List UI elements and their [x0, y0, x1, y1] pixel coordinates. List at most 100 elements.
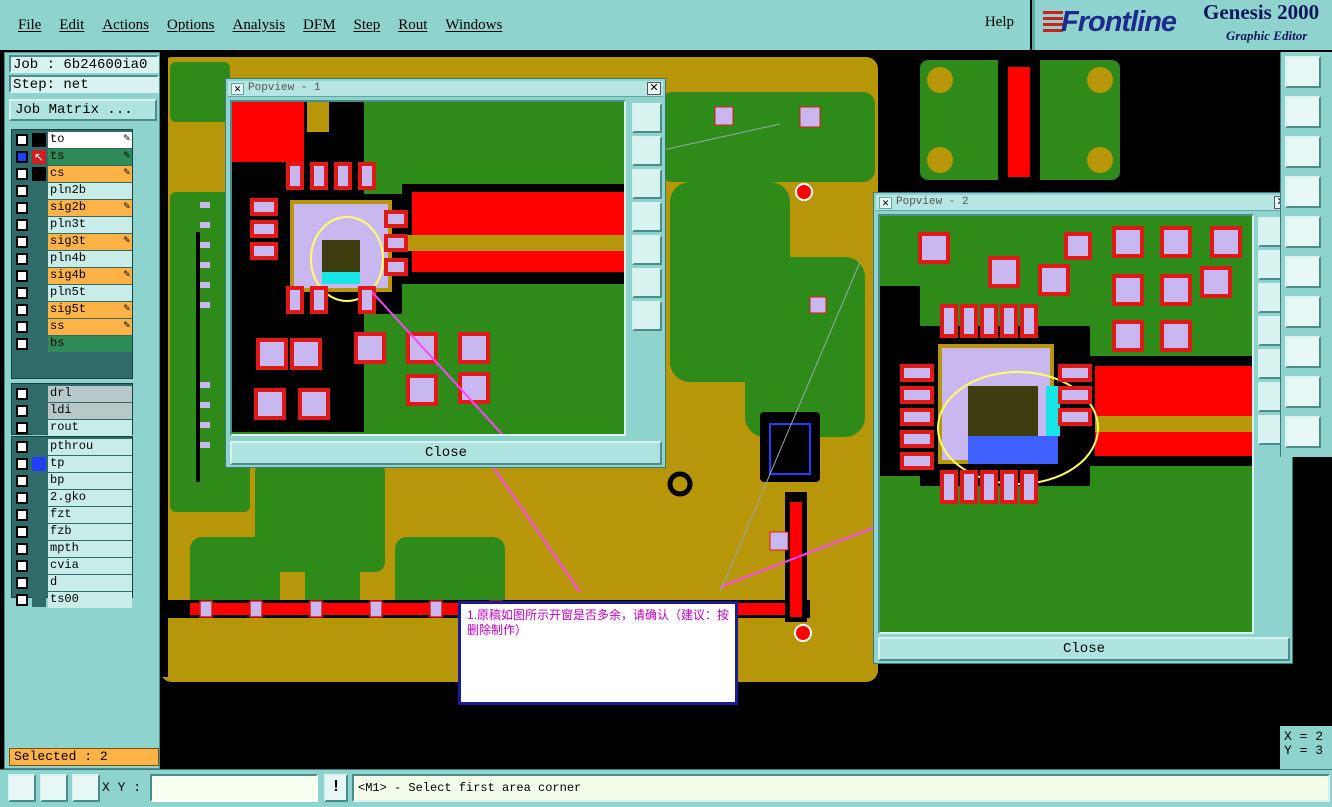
layer-name[interactable]: ts ✎ [48, 149, 132, 165]
menu-help[interactable]: Help [985, 14, 1014, 31]
popview-1-view[interactable] [230, 100, 626, 436]
layer-color-swatch[interactable] [32, 474, 46, 488]
layer-row[interactable]: mpth [14, 541, 132, 557]
popview-1-close-button[interactable]: Close [230, 441, 662, 465]
popview-1-titlebar[interactable]: ✕ Popview - 1 ✕ [228, 81, 663, 97]
layer-color-swatch[interactable] [32, 421, 46, 435]
menu-edit[interactable]: Edit [59, 17, 84, 34]
menu-options[interactable]: Options [167, 17, 215, 34]
layer-row[interactable]: pln5t [14, 285, 132, 301]
work-layer-icon[interactable]: ↖ [32, 150, 46, 164]
layer-checkbox[interactable] [16, 543, 28, 555]
layer-row[interactable]: pln4b [14, 251, 132, 267]
layer-row[interactable]: sig4b ✎ [14, 268, 132, 284]
layer-color-swatch[interactable] [32, 576, 46, 590]
layer-checkbox[interactable] [16, 594, 28, 606]
layer-color-swatch[interactable] [32, 269, 46, 283]
layer-name[interactable]: 2.gko [48, 490, 132, 506]
layer-color-swatch[interactable] [32, 201, 46, 215]
layer-checkbox[interactable] [16, 475, 28, 487]
zoom-window-icon[interactable] [8, 774, 36, 802]
layer-checkbox[interactable] [16, 509, 28, 521]
layer-row[interactable]: rout [14, 420, 132, 436]
layer-row[interactable]: ↖ ts ✎ [14, 149, 132, 165]
measure-icon[interactable] [1285, 176, 1321, 208]
layer-checkbox[interactable] [16, 577, 28, 589]
layer-row[interactable]: sig5t ✎ [14, 302, 132, 318]
menu-step[interactable]: Step [354, 17, 381, 34]
zoom-home-icon[interactable] [632, 103, 662, 133]
layer-checkbox[interactable] [16, 253, 28, 265]
pan-down-icon[interactable] [632, 169, 662, 199]
close-icon[interactable]: ✕ [647, 82, 661, 95]
layer-name[interactable]: pln4b [48, 251, 132, 267]
layer-checkbox[interactable] [16, 422, 28, 434]
zoom-box-icon[interactable] [1285, 96, 1321, 128]
layer-name[interactable]: ts00 [48, 592, 132, 608]
layer-row[interactable]: ss ✎ [14, 319, 132, 335]
layer-name[interactable]: pln2b [48, 183, 132, 199]
layer-name[interactable]: pthrou [48, 439, 132, 455]
layer-row[interactable]: sig3t ✎ [14, 234, 132, 250]
layer-checkbox[interactable] [16, 168, 28, 180]
layer-name[interactable]: cs ✎ [48, 166, 132, 182]
layer-name[interactable]: fzt [48, 507, 132, 523]
layer-name[interactable]: sig5t ✎ [48, 302, 132, 318]
layer-name[interactable]: sig4b ✎ [48, 268, 132, 284]
layer-row[interactable]: ts00 [14, 592, 132, 608]
layer-name[interactable]: ss ✎ [48, 319, 132, 335]
measure-angle-icon[interactable] [40, 774, 68, 802]
job-matrix-button[interactable]: Job Matrix ... [9, 99, 157, 121]
menu-actions[interactable]: Actions [102, 17, 149, 34]
layer-name[interactable]: pln5t [48, 285, 132, 301]
layer-row[interactable]: pthrou [14, 439, 132, 455]
layer-name[interactable]: ldi [48, 403, 132, 419]
layer-row[interactable]: fzt [14, 507, 132, 523]
layer-color-swatch[interactable] [32, 593, 46, 607]
layer-checkbox[interactable] [16, 134, 28, 146]
layer-color-swatch[interactable] [32, 508, 46, 522]
layer-color-swatch[interactable] [32, 252, 46, 266]
polygon-icon[interactable] [1285, 376, 1321, 408]
zoom-fit-icon[interactable] [1285, 136, 1321, 168]
pad-icon[interactable] [1285, 256, 1321, 288]
layer-checkbox[interactable] [16, 185, 28, 197]
layer-checkbox[interactable] [16, 526, 28, 538]
line-icon[interactable] [1285, 296, 1321, 328]
arc-icon[interactable] [1285, 336, 1321, 368]
layer-row[interactable]: to ✎ [14, 132, 132, 148]
layer-color-swatch[interactable] [32, 167, 46, 181]
layer-checkbox[interactable] [16, 304, 28, 316]
layer-name[interactable]: drl [48, 386, 132, 402]
layer-row[interactable]: pln3t [14, 217, 132, 233]
layer-name[interactable]: bp [48, 473, 132, 489]
layer-row[interactable]: fzb [14, 524, 132, 540]
layer-checkbox[interactable] [16, 151, 28, 163]
layer-name[interactable]: fzb [48, 524, 132, 540]
layer-checkbox[interactable] [16, 338, 28, 350]
pan-up-icon[interactable] [632, 136, 662, 166]
layer-row[interactable]: pln2b [14, 183, 132, 199]
zoom-in-icon[interactable] [632, 268, 662, 298]
layer-color-swatch[interactable] [32, 404, 46, 418]
layer-name[interactable]: d [48, 575, 132, 591]
execute-button[interactable]: ! [324, 774, 348, 802]
layer-row[interactable]: tp [14, 456, 132, 472]
popview-2-view[interactable] [878, 214, 1254, 634]
layer-row[interactable]: bp [14, 473, 132, 489]
layer-checkbox[interactable] [16, 492, 28, 504]
xy-input[interactable] [150, 774, 318, 802]
window-menu-icon[interactable]: ✕ [231, 83, 244, 95]
layer-color-swatch[interactable] [32, 440, 46, 454]
pointer-icon[interactable] [1285, 416, 1321, 448]
pan-left-icon[interactable] [632, 202, 662, 232]
layer-checkbox[interactable] [16, 236, 28, 248]
layer-color-swatch[interactable] [32, 320, 46, 334]
layer-color-swatch[interactable] [32, 218, 46, 232]
pan-right-icon[interactable] [632, 235, 662, 265]
layer-checkbox[interactable] [16, 287, 28, 299]
layer-row[interactable]: bs [14, 336, 132, 352]
layer-color-swatch[interactable] [32, 303, 46, 317]
menu-windows[interactable]: Windows [445, 17, 502, 34]
window-menu-icon[interactable]: ✕ [879, 197, 892, 209]
